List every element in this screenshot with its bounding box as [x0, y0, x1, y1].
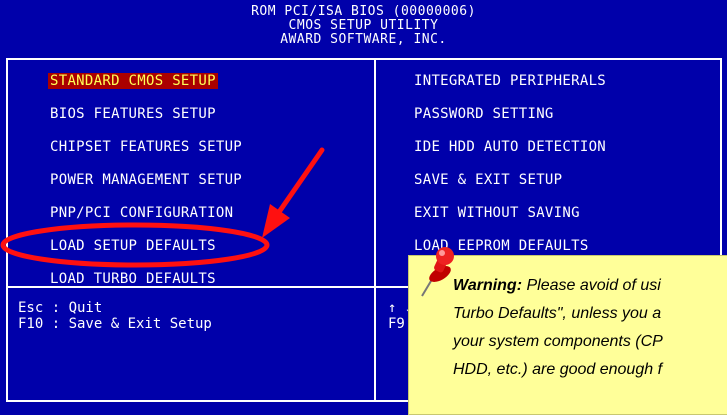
footer-key-f10: F10 : Save & Exit Setup [18, 316, 212, 332]
warning-line4: HDD, etc.) are good enough f [453, 361, 663, 378]
menu-item-password-setting[interactable]: PASSWORD SETTING [414, 106, 554, 122]
red-pushpin-icon [421, 247, 454, 297]
warning-label: Warning: [453, 277, 523, 294]
menu-item-standard-cmos-setup[interactable]: STANDARD CMOS SETUP [48, 73, 218, 89]
menu-item-bios-features-setup[interactable]: BIOS FEATURES SETUP [50, 106, 216, 122]
bios-header-line1: ROM PCI/ISA BIOS (00000006) [251, 4, 476, 19]
warning-line1: Warning: Please avoid of usi [453, 272, 727, 300]
warning-line2: Turbo Defaults", unless you a [453, 305, 662, 322]
menu-item-integrated-peripherals[interactable]: INTEGRATED PERIPHERALS [414, 73, 606, 89]
menu-item-exit-without-saving[interactable]: EXIT WITHOUT SAVING [414, 205, 580, 221]
menu-item-pnp-pci-configuration[interactable]: PNP/PCI CONFIGURATION [50, 205, 233, 221]
bios-header-line3: AWARD SOFTWARE, INC. [280, 32, 447, 47]
warning-line3: your system components (CP [453, 333, 663, 350]
bios-header: ROM PCI/ISA BIOS (00000006) CMOS SETUP U… [0, 0, 727, 58]
menu-column-divider [374, 60, 376, 286]
menu-item-chipset-features-setup[interactable]: CHIPSET FEATURES SETUP [50, 139, 242, 155]
menu-item-ide-hdd-auto-detection[interactable]: IDE HDD AUTO DETECTION [414, 139, 606, 155]
bios-header-line2: CMOS SETUP UTILITY [288, 18, 439, 33]
menu-item-load-turbo-defaults[interactable]: LOAD TURBO DEFAULTS [50, 271, 216, 287]
footer-key-f9: F9 [388, 316, 405, 332]
menu-item-load-setup-defaults[interactable]: LOAD SETUP DEFAULTS [50, 238, 216, 254]
menu-item-power-management-setup[interactable]: POWER MANAGEMENT SETUP [50, 172, 242, 188]
footer-column-divider [374, 288, 376, 400]
warning-line1-text: Please avoid of usi [522, 277, 661, 294]
footer-key-esc: Esc : Quit [18, 300, 103, 316]
menu-item-save-exit-setup[interactable]: SAVE & EXIT SETUP [414, 172, 562, 188]
bios-screen: ROM PCI/ISA BIOS (00000006) CMOS SETUP U… [0, 0, 727, 415]
